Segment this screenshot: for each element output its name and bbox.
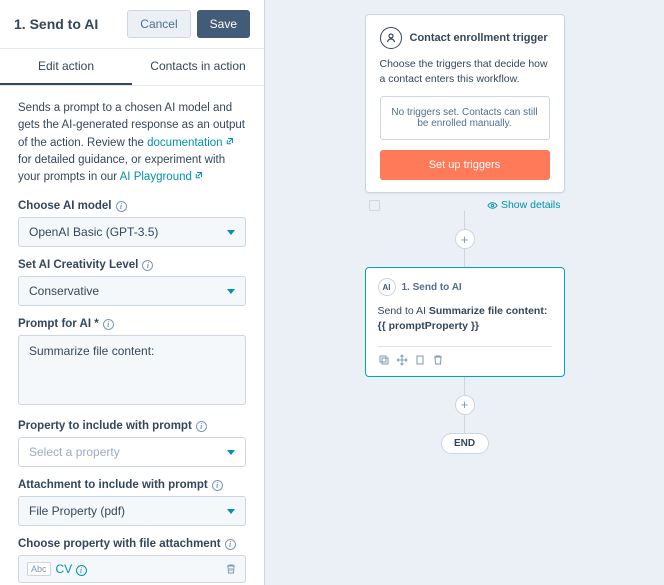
enrollment-trigger-card[interactable]: Contact enrollment trigger Choose the tr… bbox=[365, 14, 565, 193]
info-icon[interactable]: i bbox=[212, 480, 223, 491]
copy-icon[interactable] bbox=[378, 354, 390, 366]
field-file-property: Choose property with file attachmenti Ab… bbox=[18, 538, 246, 583]
action-card-description: Send to AI Summarize file content: {{ pr… bbox=[378, 304, 552, 333]
trash-icon[interactable] bbox=[225, 563, 237, 575]
connector-line bbox=[464, 415, 465, 433]
attachment-label: Attachment to include with prompti bbox=[18, 479, 246, 491]
save-button[interactable]: Save bbox=[197, 10, 250, 38]
show-details-link[interactable]: Show details bbox=[487, 199, 561, 211]
file-property-pill[interactable]: Abc CV i bbox=[18, 555, 246, 583]
panel-description: Sends a prompt to a chosen AI model and … bbox=[18, 100, 246, 186]
type-badge: Abc bbox=[27, 562, 51, 576]
action-toolbar bbox=[378, 346, 552, 366]
workflow-canvas: Contact enrollment trigger Choose the tr… bbox=[265, 0, 664, 585]
info-icon[interactable]: i bbox=[196, 421, 207, 432]
header-buttons: Cancel Save bbox=[127, 10, 250, 38]
field-property-include: Property to include with prompti Select … bbox=[18, 420, 246, 467]
field-ai-model: Choose AI modeli OpenAI Basic (GPT-3.5) bbox=[18, 200, 246, 247]
add-step-button[interactable]: + bbox=[455, 395, 475, 415]
action-card-title: 1. Send to AI bbox=[402, 282, 462, 293]
connector-line bbox=[464, 249, 465, 267]
details-row: Show details bbox=[365, 193, 565, 211]
external-link-icon bbox=[194, 171, 203, 180]
action-card-send-to-ai[interactable]: AI 1. Send to AI Send to AI Summarize fi… bbox=[365, 267, 565, 376]
property-include-label: Property to include with prompti bbox=[18, 420, 246, 432]
chevron-down-icon bbox=[227, 450, 235, 455]
delete-icon[interactable] bbox=[432, 354, 444, 366]
chevron-down-icon bbox=[227, 509, 235, 514]
add-step-button[interactable]: + bbox=[455, 229, 475, 249]
ai-model-select[interactable]: OpenAI Basic (GPT-3.5) bbox=[18, 217, 246, 247]
eye-icon bbox=[487, 200, 498, 211]
cancel-button[interactable]: Cancel bbox=[127, 10, 190, 38]
creativity-label: Set AI Creativity Leveli bbox=[18, 259, 246, 271]
connector-line bbox=[464, 211, 465, 229]
field-creativity: Set AI Creativity Leveli Conservative bbox=[18, 259, 246, 306]
no-triggers-info: No triggers set. Contacts can still be e… bbox=[380, 96, 550, 140]
field-prompt: Prompt for AI *i bbox=[18, 318, 246, 408]
info-icon[interactable]: i bbox=[116, 201, 127, 212]
panel-header: 1. Send to AI Cancel Save bbox=[0, 0, 264, 49]
documentation-link[interactable]: documentation bbox=[147, 137, 233, 149]
prompt-label: Prompt for AI *i bbox=[18, 318, 246, 330]
enrollment-checkbox[interactable] bbox=[369, 200, 380, 211]
tabs: Edit action Contacts in action bbox=[0, 49, 264, 86]
connector-line bbox=[464, 377, 465, 395]
info-icon: i bbox=[76, 565, 87, 576]
creativity-select[interactable]: Conservative bbox=[18, 276, 246, 306]
property-include-select[interactable]: Select a property bbox=[18, 437, 246, 467]
tab-contacts-in-action[interactable]: Contacts in action bbox=[132, 49, 264, 85]
chevron-down-icon bbox=[227, 230, 235, 235]
file-property-name: CV i bbox=[56, 562, 87, 576]
panel-title: 1. Send to AI bbox=[14, 16, 98, 32]
ai-model-label: Choose AI modeli bbox=[18, 200, 246, 212]
panel-body: Sends a prompt to a chosen AI model and … bbox=[0, 86, 264, 585]
info-icon[interactable]: i bbox=[142, 260, 153, 271]
setup-triggers-button[interactable]: Set up triggers bbox=[380, 150, 550, 180]
move-icon[interactable] bbox=[396, 354, 408, 366]
prompt-textarea[interactable] bbox=[18, 335, 246, 405]
person-icon bbox=[380, 27, 402, 49]
info-icon[interactable]: i bbox=[225, 539, 236, 550]
chevron-down-icon bbox=[227, 289, 235, 294]
info-icon[interactable]: i bbox=[103, 319, 114, 330]
end-node: END bbox=[441, 433, 489, 454]
clone-icon[interactable] bbox=[414, 354, 426, 366]
enrollment-title: Contact enrollment trigger bbox=[410, 32, 548, 44]
ai-icon: AI bbox=[378, 278, 396, 296]
enrollment-description: Choose the triggers that decide how a co… bbox=[380, 57, 550, 86]
attachment-select[interactable]: File Property (pdf) bbox=[18, 496, 246, 526]
external-link-icon bbox=[225, 137, 234, 146]
tab-edit-action[interactable]: Edit action bbox=[0, 49, 132, 85]
field-attachment: Attachment to include with prompti File … bbox=[18, 479, 246, 526]
ai-playground-link[interactable]: AI Playground bbox=[120, 171, 203, 183]
sidebar-edit-panel: 1. Send to AI Cancel Save Edit action Co… bbox=[0, 0, 265, 585]
file-property-label: Choose property with file attachmenti bbox=[18, 538, 246, 550]
